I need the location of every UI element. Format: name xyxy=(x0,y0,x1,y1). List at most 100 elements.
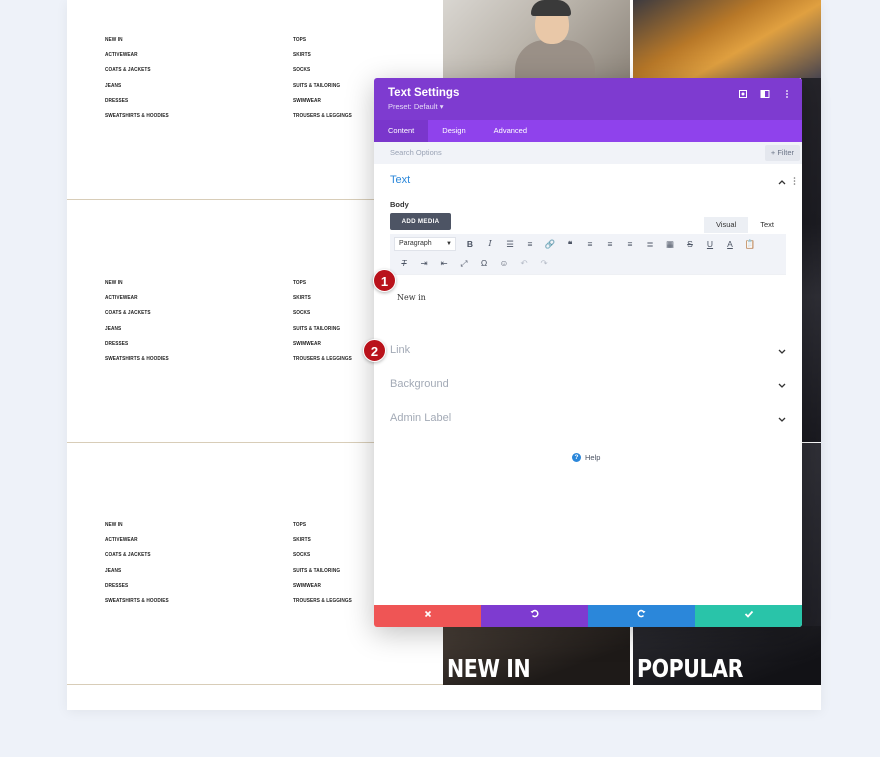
menu-link[interactable]: Tops xyxy=(293,276,352,291)
add-media-button[interactable]: ADD MEDIA xyxy=(390,213,451,230)
split-view-icon[interactable] xyxy=(760,89,770,99)
menu-link[interactable]: Socks xyxy=(293,63,352,78)
indent-icon[interactable]: ⇥ xyxy=(414,256,434,270)
menu-link[interactable]: Jeans xyxy=(105,79,169,94)
menu-link[interactable]: New In xyxy=(105,518,169,533)
redo-button[interactable] xyxy=(588,605,695,627)
menu-link[interactable]: Coats & Jackets xyxy=(105,63,169,78)
more-vertical-icon[interactable] xyxy=(793,177,796,187)
help-link[interactable]: ? Help xyxy=(572,453,600,462)
blockquote-icon[interactable]: ❝ xyxy=(560,237,580,251)
italic-icon[interactable]: I xyxy=(480,237,500,251)
menu-column-right: Tops Skirts Socks Suits & Tailoring Swim… xyxy=(293,33,362,124)
align-right-icon[interactable]: ≡ xyxy=(620,237,640,251)
menu-link[interactable]: Swimwear xyxy=(293,94,352,109)
underline-icon[interactable]: U xyxy=(700,237,720,251)
tab-visual[interactable]: Visual xyxy=(703,217,749,233)
help-circle-icon: ? xyxy=(572,453,581,462)
menu-link[interactable]: Jeans xyxy=(105,322,169,337)
menu-link[interactable]: Sweatshirts & Hoodies xyxy=(105,352,169,367)
section-background[interactable]: Background xyxy=(390,378,449,390)
text-section-title[interactable]: Text xyxy=(390,174,410,186)
menu-link[interactable]: Jeans xyxy=(105,564,169,579)
undo-icon xyxy=(530,609,539,618)
undo-icon[interactable]: ↶ xyxy=(514,256,534,270)
section-admin-label[interactable]: Admin Label xyxy=(390,412,451,424)
menu-link[interactable]: New In xyxy=(105,276,169,291)
menu-link[interactable]: Skirts xyxy=(293,48,352,63)
menu-link[interactable]: Sweatshirts & Hoodies xyxy=(105,594,169,609)
chevron-down-icon[interactable] xyxy=(778,348,786,357)
search-options[interactable]: Search Options + Filter xyxy=(374,142,802,164)
menu-link[interactable]: Skirts xyxy=(293,533,352,548)
menu-link[interactable]: Sweatshirts & Hoodies xyxy=(105,109,169,124)
photo-popular[interactable]: POPULAR xyxy=(633,626,821,685)
menu-link[interactable]: Trousers & Leggings xyxy=(293,594,352,609)
paragraph-select[interactable]: Paragraph ▼ xyxy=(394,237,456,251)
redo-icon[interactable]: ↷ xyxy=(534,256,554,270)
tab-content[interactable]: Content xyxy=(374,120,429,142)
menu-link[interactable]: Dresses xyxy=(105,337,169,352)
target-icon[interactable] xyxy=(738,89,748,99)
tab-text[interactable]: Text xyxy=(748,217,786,233)
menu-link[interactable]: Socks xyxy=(293,306,352,321)
text-color-icon[interactable]: A xyxy=(720,237,740,251)
menu-link[interactable]: Activewear xyxy=(105,533,169,548)
menu-link[interactable]: Skirts xyxy=(293,291,352,306)
link-icon[interactable]: 🔗 xyxy=(540,237,560,251)
table-icon[interactable]: ▦ xyxy=(660,237,680,251)
step-badge-1: 1 xyxy=(373,269,396,292)
chevron-down-icon[interactable] xyxy=(778,382,786,391)
menu-link[interactable]: Tops xyxy=(293,33,352,48)
more-vertical-icon[interactable] xyxy=(782,89,792,99)
menu-link[interactable]: Socks xyxy=(293,548,352,563)
align-left-icon[interactable]: ≡ xyxy=(580,237,600,251)
menu-link[interactable]: Trousers & Leggings xyxy=(293,352,352,367)
photo-new-in[interactable]: NEW IN xyxy=(443,626,630,685)
special-character-icon[interactable]: Ω xyxy=(474,256,494,270)
preset-dropdown[interactable]: Preset: Default ▾ xyxy=(388,102,788,111)
step-badge-2: 2 xyxy=(363,339,386,362)
menu-link[interactable]: Dresses xyxy=(105,94,169,109)
tab-design[interactable]: Design xyxy=(428,120,479,142)
chevron-down-icon[interactable] xyxy=(778,416,786,425)
menu-column-right: Tops Skirts Socks Suits & Tailoring Swim… xyxy=(293,276,362,367)
menu-link[interactable]: New In xyxy=(105,33,169,48)
section-link[interactable]: Link xyxy=(390,344,410,356)
menu-link[interactable]: Suits & Tailoring xyxy=(293,322,352,337)
menu-link[interactable]: Activewear xyxy=(105,291,169,306)
filter-button[interactable]: + Filter xyxy=(764,145,800,161)
menu-link[interactable]: Suits & Tailoring xyxy=(293,79,352,94)
numbered-list-icon[interactable]: ≡ xyxy=(520,237,540,251)
cancel-button[interactable] xyxy=(374,605,481,627)
menu-link[interactable]: Activewear xyxy=(105,48,169,63)
align-center-icon[interactable]: ≡ xyxy=(600,237,620,251)
align-justify-icon[interactable]: ≣ xyxy=(640,237,660,251)
menu-link[interactable]: Coats & Jackets xyxy=(105,548,169,563)
bullet-list-icon[interactable]: ☰ xyxy=(500,237,520,251)
strikethrough-icon[interactable]: S xyxy=(680,237,700,251)
modal-title: Text Settings xyxy=(388,87,460,99)
menu-link[interactable]: Trousers & Leggings xyxy=(293,109,352,124)
clear-formatting-icon[interactable]: T xyxy=(394,256,414,270)
bold-icon[interactable]: B xyxy=(460,237,480,251)
search-input[interactable]: Search Options xyxy=(390,142,442,164)
text-editor[interactable]: New in xyxy=(390,274,786,324)
outdent-icon[interactable]: ⇤ xyxy=(434,256,454,270)
menu-link[interactable]: Suits & Tailoring xyxy=(293,564,352,579)
save-button[interactable] xyxy=(695,605,802,627)
menu-link[interactable]: Tops xyxy=(293,518,352,533)
undo-button[interactable] xyxy=(481,605,588,627)
photo-label-popular: POPULAR xyxy=(637,654,743,683)
fullscreen-icon[interactable]: ⤢ xyxy=(454,256,474,270)
editor-content[interactable]: New in xyxy=(397,293,426,302)
menu-link[interactable]: Swimwear xyxy=(293,579,352,594)
paste-icon[interactable]: 📋 xyxy=(740,237,760,251)
emoji-icon[interactable]: ☺ xyxy=(494,256,514,270)
menu-link[interactable]: Dresses xyxy=(105,579,169,594)
modal-header: Text Settings Preset: Default ▾ xyxy=(374,78,802,120)
tab-advanced[interactable]: Advanced xyxy=(480,120,541,142)
menu-link[interactable]: Coats & Jackets xyxy=(105,306,169,321)
chevron-up-icon[interactable] xyxy=(778,178,786,187)
menu-link[interactable]: Swimwear xyxy=(293,337,352,352)
